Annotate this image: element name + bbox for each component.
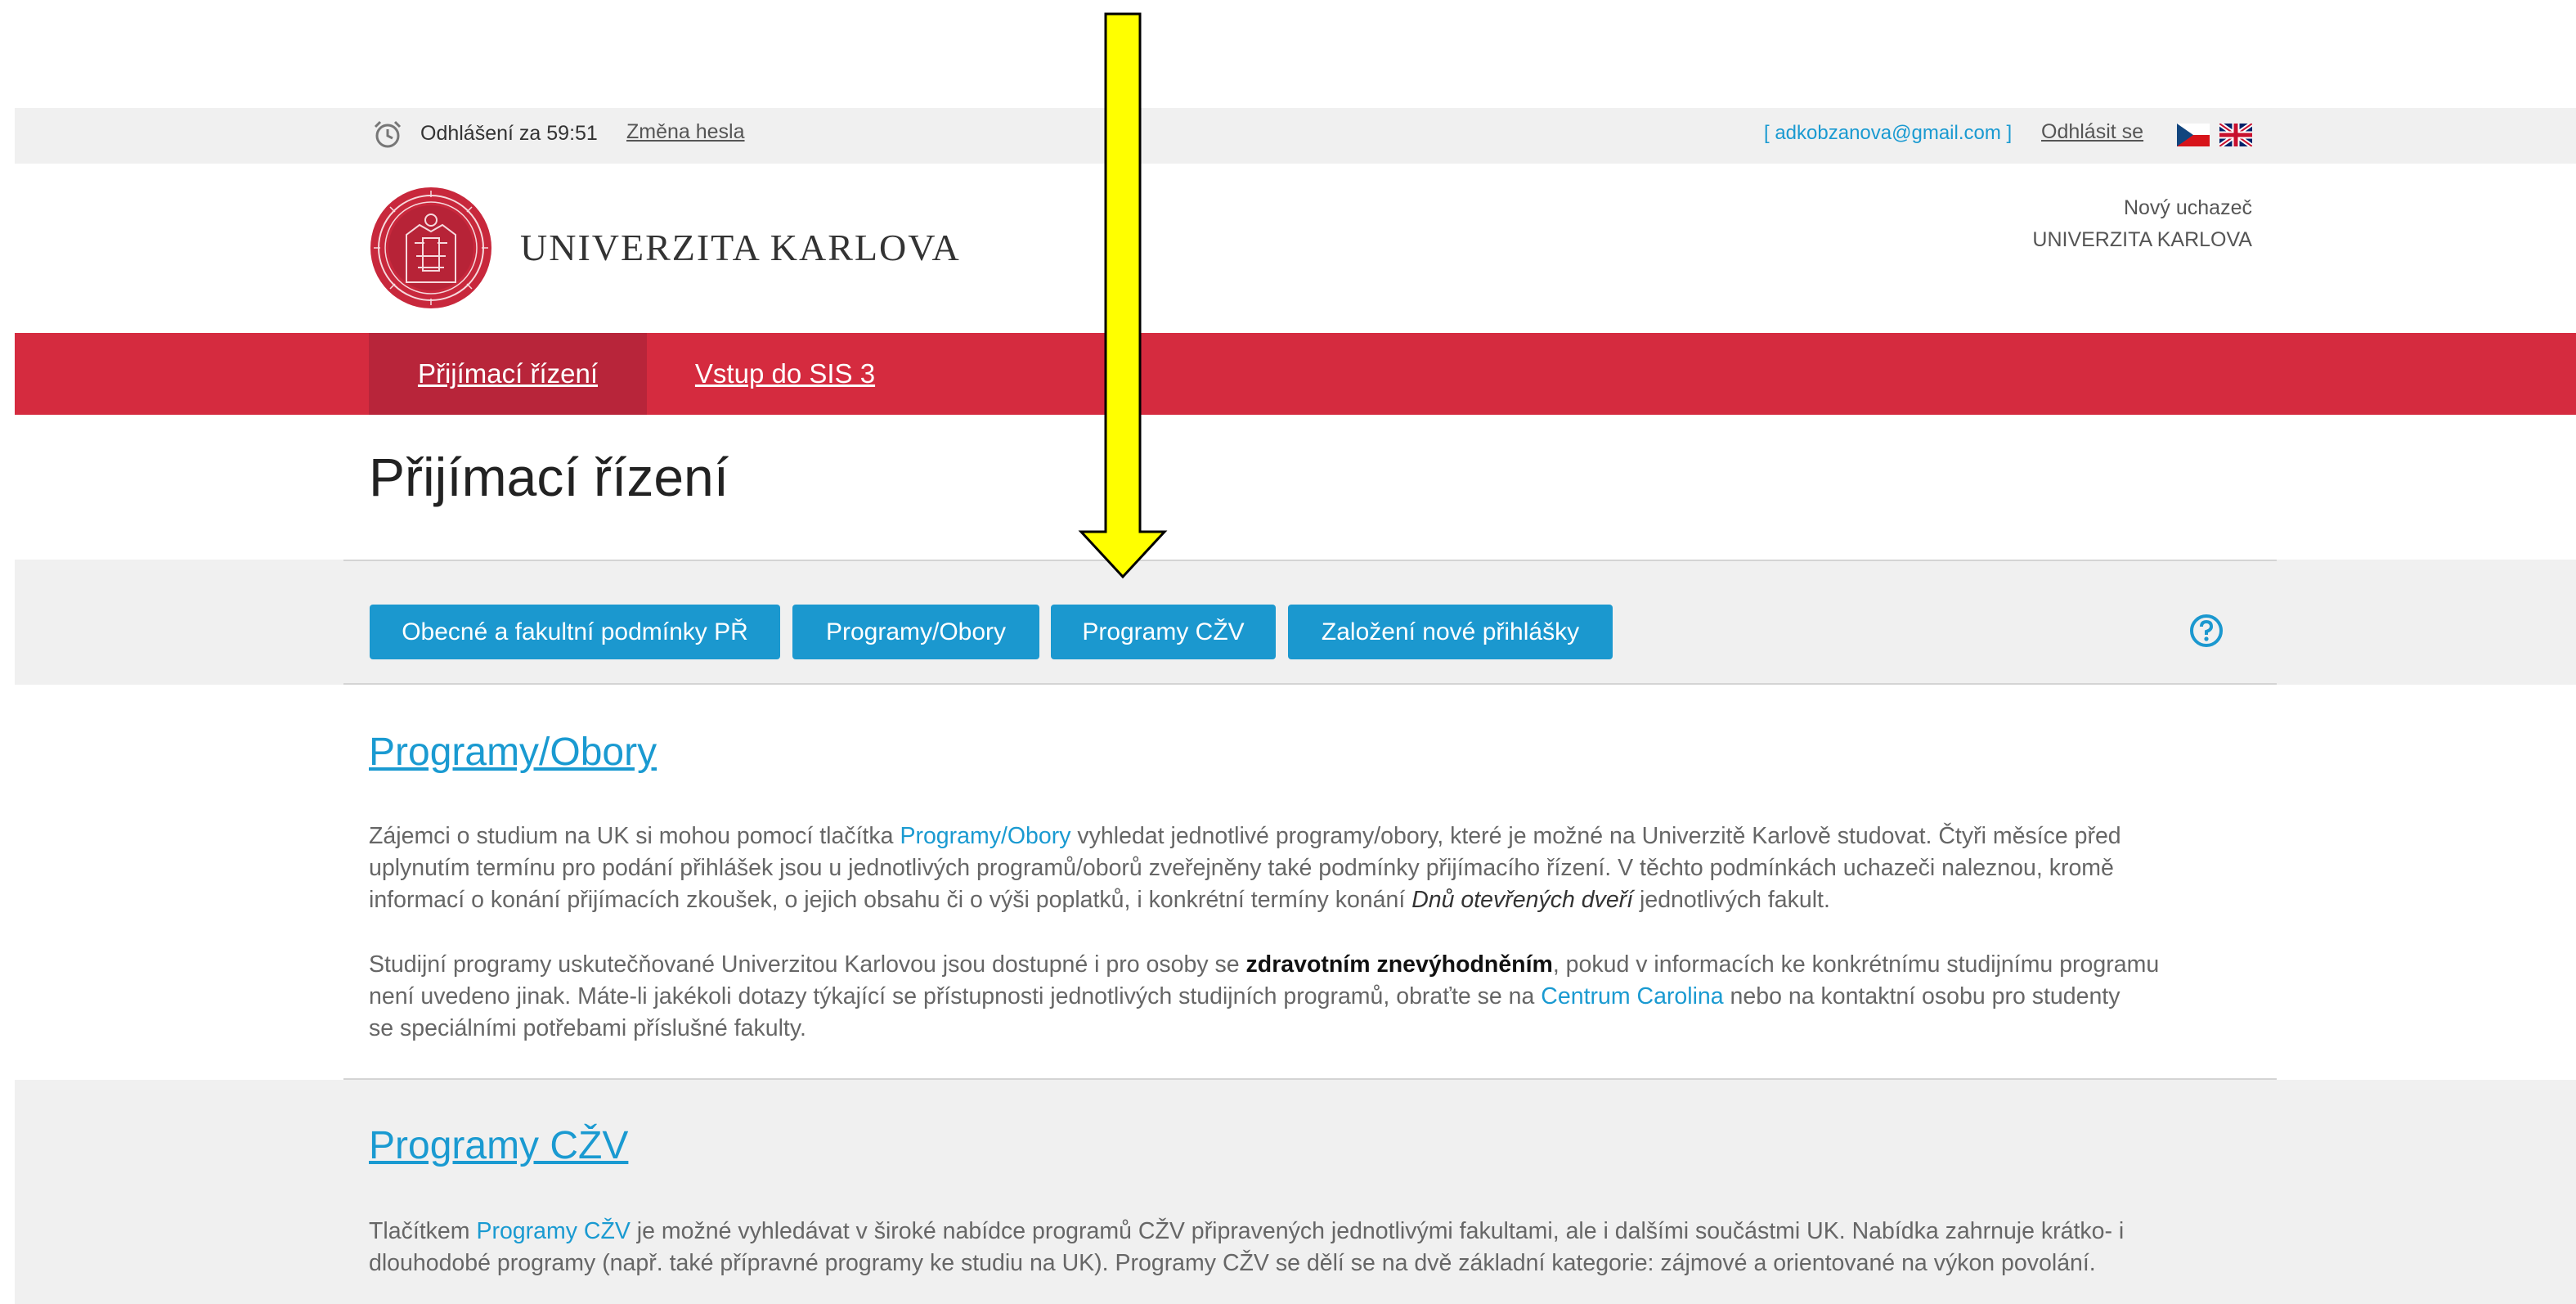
centrum-carolina-link[interactable]: Centrum Carolina [1541, 983, 1723, 1009]
programs-section-heading[interactable]: Programy/Obory [369, 730, 657, 775]
uk-flag-icon[interactable] [2219, 124, 2252, 146]
czv-section-heading[interactable]: Programy CŽV [369, 1123, 628, 1168]
disability-term: zdravotním znevýhodněním [1245, 951, 1553, 978]
programs-inline-link[interactable]: Programy/Obory [900, 823, 1070, 849]
programs-paragraph-2: Studijní programy uskutečňované Univerzi… [369, 951, 2160, 1041]
logout-timer: Odhlášení za 59:51 [420, 122, 598, 145]
programs-paragraph-1: Zájemci o studium na UK si mohou pomocí … [369, 823, 2121, 913]
divider [343, 683, 2277, 685]
czv-inline-link[interactable]: Programy CŽV [476, 1218, 630, 1244]
divider [343, 560, 2277, 561]
change-password-link[interactable]: Změna hesla [626, 120, 745, 144]
open-days-term: Dnů otevřených dveří [1411, 887, 1634, 913]
down-arrow-icon [1078, 12, 1168, 579]
nav-item-admission[interactable]: Přijímací řízení [369, 333, 647, 415]
university-wordmark: UNIVERZITA KARLOVA [520, 227, 961, 268]
question-circle-icon[interactable] [2188, 613, 2224, 649]
nav-item-label[interactable]: Přijímací řízení [418, 358, 598, 389]
alarm-clock-icon [374, 120, 402, 148]
user-email: [ adkobzanova@gmail.com ] [1764, 122, 2013, 144]
conditions-button[interactable]: Obecné a fakultní podmínky PŘ [370, 605, 780, 659]
user-role: Nový uchazeč [2123, 196, 2252, 219]
logout-link[interactable]: Odhlásit se [2041, 120, 2143, 144]
user-university: UNIVERZITA KARLOVA [2032, 228, 2252, 251]
czv-programs-button[interactable]: Programy CŽV [1051, 605, 1276, 659]
page-title: Přijímací řízení [369, 447, 729, 507]
university-seal-logo[interactable] [369, 186, 493, 310]
nav-item-label[interactable]: Vstup do SIS 3 [695, 358, 875, 389]
new-application-button[interactable]: Založení nové přihlášky [1288, 605, 1613, 659]
czech-flag-icon[interactable] [2177, 124, 2210, 146]
czv-paragraph: Tlačítkem Programy CŽV je možné vyhledáv… [369, 1218, 2125, 1276]
nav-item-sis[interactable]: Vstup do SIS 3 [662, 333, 908, 415]
programs-button[interactable]: Programy/Obory [792, 605, 1039, 659]
